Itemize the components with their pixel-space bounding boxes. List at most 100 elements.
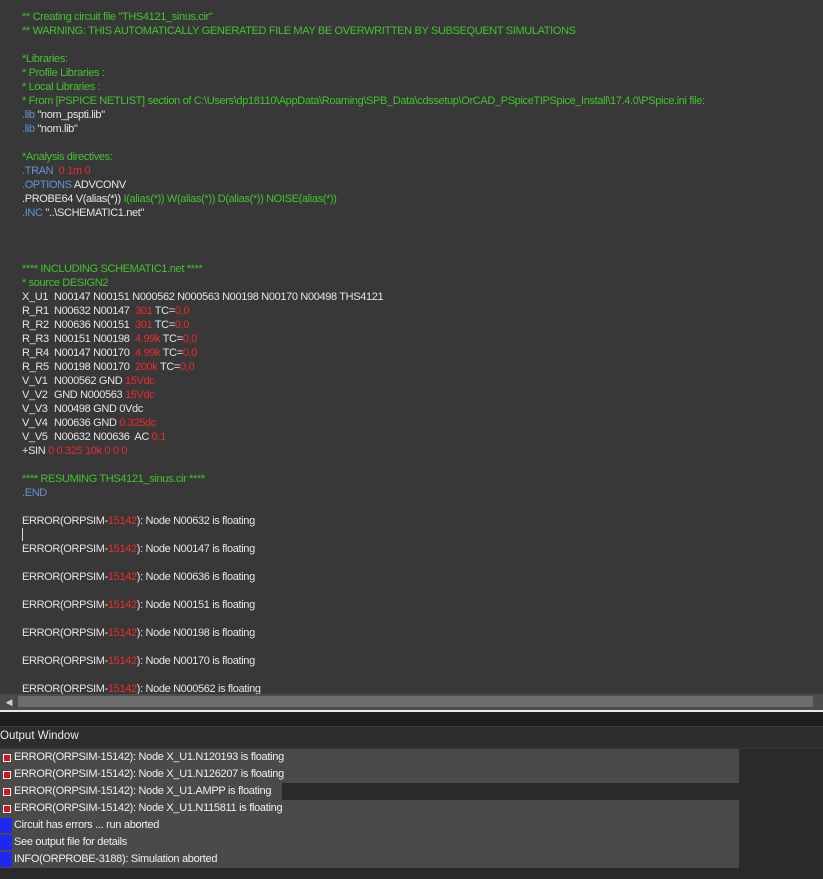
output-message[interactable]: ERROR(ORPSIM-15142): Node X_U1.N126207 i… (0, 766, 739, 783)
netlist-line: **** RESUMING THS4121_sinus.cir **** (22, 472, 205, 486)
netlist-line: ERROR(ORPSIM-15142): Node N00151 is floa… (22, 598, 255, 612)
netlist-line: *Analysis directives: (22, 150, 113, 164)
scrollbar-thumb[interactable] (18, 696, 813, 707)
code-token: ADVCONV (71, 179, 126, 191)
output-message-text: ERROR(ORPSIM-15142): Node X_U1.AMPP is f… (14, 785, 272, 797)
netlist-ref: V_V4 (22, 417, 48, 429)
output-message-text: ERROR(ORPSIM-15142): Node X_U1.N120193 i… (14, 751, 284, 763)
code-token: "nom_pspti.lib" (34, 109, 105, 121)
netlist-line: ERROR(ORPSIM-15142): Node N00147 is floa… (22, 542, 255, 556)
netlist-line: ** Creating circuit file "THS4121_sinus.… (22, 10, 213, 24)
output-message[interactable]: Circuit has errors ... run aborted (0, 817, 739, 834)
code-token: ERROR(ORPSIM- (22, 683, 108, 694)
code-token: N00147 N00151 N000562 N000563 N00198 N00… (54, 291, 384, 303)
scroll-left-arrow-icon[interactable]: ◀ (3, 696, 15, 708)
netlist-editor[interactable]: ** Creating circuit file "THS4121_sinus.… (0, 0, 823, 694)
netlist-line: .lib "nom_pspti.lib" (22, 108, 105, 122)
netlist-line: * From [PSPICE NETLIST] section of C:\Us… (22, 94, 705, 108)
output-message[interactable]: See output file for details (0, 834, 739, 851)
netlist-line: N000562 GND 15Vdc (54, 374, 155, 388)
pane-gap (0, 712, 823, 726)
netlist-ref: V_V2 (22, 389, 48, 401)
code-token: TC= (160, 333, 183, 345)
output-message[interactable]: ERROR(ORPSIM-15142): Node X_U1.AMPP is f… (0, 783, 282, 800)
code-token: ): Node N00151 is floating (136, 599, 255, 611)
code-token: TC= (160, 347, 183, 359)
netlist-line: N00151 N00198 4.99k TC=0,0 (54, 332, 197, 346)
code-token: 0,0 (174, 305, 190, 317)
code-token: ): Node N00636 is floating (136, 571, 255, 583)
code-token: ERROR(ORPSIM- (22, 571, 108, 583)
code-token: 15Vdc (125, 375, 155, 387)
code-token: * source DESIGN2 (22, 277, 109, 289)
netlist-line: N00198 N00170 200k TC=0,0 (54, 360, 195, 374)
netlist-ref: R_R5 (22, 361, 49, 373)
netlist-line: N00498 GND 0Vdc (54, 402, 143, 416)
netlist-line: N00636 N00151 301 TC=0,0 (54, 318, 189, 332)
horizontal-scrollbar[interactable]: ◀ (0, 694, 823, 710)
code-token: I(alias(*)) W(alias(*)) D(alias(*)) NOIS… (123, 193, 337, 205)
code-token: 15142 (107, 655, 137, 667)
code-token: N00636 N00151 (54, 319, 135, 331)
netlist-line: * Profile Libraries : (22, 66, 105, 80)
netlist-line: GND N000563 15Vdc (54, 388, 155, 402)
error-icon (3, 754, 11, 762)
code-token: 15142 (107, 683, 137, 694)
info-icon (0, 818, 12, 833)
code-token: **** INCLUDING SCHEMATIC1.net **** (22, 263, 203, 275)
code-token: .INC (22, 207, 43, 219)
code-token: **** RESUMING THS4121_sinus.cir **** (22, 473, 205, 485)
netlist-ref: R_R2 (22, 319, 49, 331)
code-token: "..\SCHEMATIC1.net" (42, 207, 145, 219)
code-token: N00636 GND (54, 417, 120, 429)
code-token: 0 1m 0 (53, 165, 91, 177)
netlist-line: N00147 N00170 4.99k TC=0,0 (54, 346, 197, 360)
output-message[interactable]: ERROR(ORPSIM-15142): Node X_U1.N115811 i… (0, 800, 739, 817)
code-token: 0 0.325 10k 0 0 0 (48, 445, 128, 457)
netlist-line: ERROR(ORPSIM-15142): Node N00198 is floa… (22, 626, 255, 640)
code-token: N00632 N00147 (54, 305, 135, 317)
netlist-ref: V_V1 (22, 375, 48, 387)
code-token: 4.99k (134, 347, 161, 359)
code-token: 15142 (107, 543, 137, 555)
output-message-text: ERROR(ORPSIM-15142): Node X_U1.N126207 i… (14, 768, 284, 780)
code-token: .lib (22, 123, 35, 135)
code-token: ): Node N00170 is floating (136, 655, 255, 667)
error-icon (3, 771, 11, 779)
output-message-text: ERROR(ORPSIM-15142): Node X_U1.N115811 i… (14, 802, 283, 814)
code-token: 15142 (107, 571, 137, 583)
code-token: GND N000563 (54, 389, 126, 401)
code-token: ERROR(ORPSIM- (22, 655, 108, 667)
code-token: 4.99k (134, 333, 161, 345)
output-message[interactable]: ERROR(ORPSIM-15142): Node X_U1.N120193 i… (0, 749, 739, 766)
code-token: 0.325dc (119, 417, 156, 429)
code-token: 0,0 (174, 319, 190, 331)
code-token: ): Node N00147 is floating (136, 543, 255, 555)
error-icon (3, 788, 11, 796)
output-message-list[interactable]: ERROR(ORPSIM-15142): Node X_U1.N120193 i… (0, 749, 823, 879)
netlist-line: **** INCLUDING SCHEMATIC1.net **** (22, 262, 203, 276)
code-token: ERROR(ORPSIM- (22, 627, 108, 639)
code-token: 0,0 (182, 347, 198, 359)
info-icon (0, 852, 12, 867)
netlist-line: .PROBE64 V(alias(*)) I(alias(*)) W(alias… (22, 192, 337, 206)
code-token: * From [PSPICE NETLIST] section of C:\Us… (22, 95, 705, 107)
netlist-line: .END (22, 486, 47, 500)
netlist-line: .lib "nom.lib" (22, 122, 78, 136)
code-token: 301 (134, 319, 153, 331)
code-token: ERROR(ORPSIM- (22, 599, 108, 611)
text-caret (22, 528, 23, 541)
output-message-text: See output file for details (14, 836, 127, 848)
netlist-ref: R_R1 (22, 305, 49, 317)
code-token: 15142 (107, 599, 137, 611)
info-icon (0, 835, 12, 850)
code-token: N00498 GND 0Vdc (54, 403, 143, 415)
netlist-line: .INC "..\SCHEMATIC1.net" (22, 206, 144, 220)
code-token: N000562 GND (54, 375, 126, 387)
code-token: ERROR(ORPSIM- (22, 515, 108, 527)
output-message[interactable]: INFO(ORPROBE-3188): Simulation aborted (0, 851, 739, 868)
code-token: 15142 (107, 627, 137, 639)
code-token: 200k (134, 361, 158, 373)
code-token: 0,0 (179, 361, 195, 373)
netlist-line: ERROR(ORPSIM-15142): Node N00636 is floa… (22, 570, 255, 584)
